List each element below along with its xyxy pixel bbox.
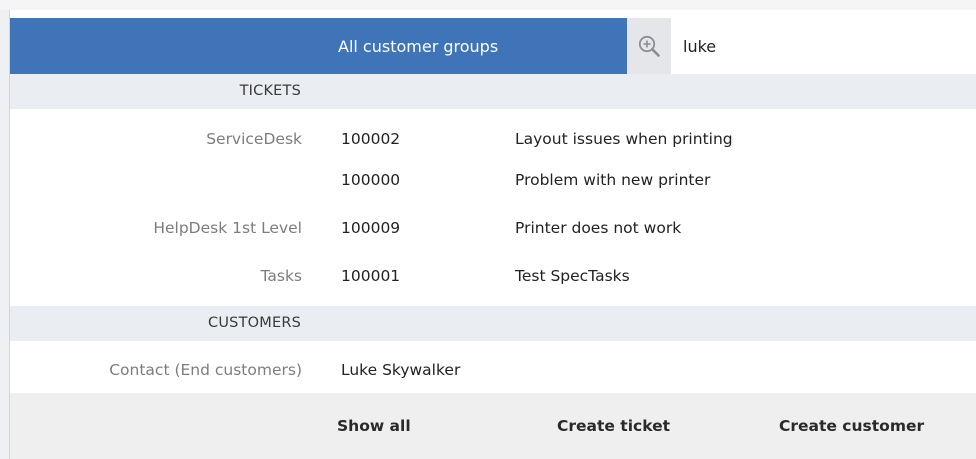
search-results-panel: All customer groups TICKETS ServiceDesk …	[9, 10, 976, 459]
ticket-category: Tasks	[260, 267, 302, 285]
ticket-row[interactable]: Tasks 100001 Test SpecTasks	[260, 258, 976, 298]
search-dropdown-page: All customer groups TICKETS ServiceDesk …	[0, 0, 976, 459]
ticket-category: HelpDesk 1st Level	[153, 219, 302, 237]
search-input[interactable]	[671, 18, 976, 74]
zoom-in-icon	[638, 35, 660, 57]
ticket-subject: Printer does not work	[515, 219, 682, 237]
create-ticket-button[interactable]: Create ticket	[557, 393, 670, 459]
customers-section-title: CUSTOMERS	[208, 315, 301, 331]
customer-group-selector[interactable]: All customer groups	[338, 18, 498, 74]
tickets-section-header: TICKETS	[10, 74, 976, 109]
ticket-number: 100001	[341, 267, 401, 285]
ticket-subject: Layout issues when printing	[515, 130, 733, 148]
customers-section-header: CUSTOMERS	[10, 306, 976, 341]
search-header: All customer groups	[10, 18, 976, 74]
ticket-number: 100009	[341, 219, 401, 237]
ticket-number: 100000	[341, 171, 401, 189]
tickets-section-title: TICKETS	[239, 83, 301, 99]
customer-name: Luke Skywalker	[341, 361, 461, 379]
create-customer-button[interactable]: Create customer	[779, 393, 924, 459]
ticket-subject: Test SpecTasks	[515, 267, 630, 285]
search-button[interactable]	[627, 18, 671, 74]
show-all-button[interactable]: Show all	[337, 393, 411, 459]
top-background	[0, 0, 976, 10]
ticket-subject: Problem with new printer	[515, 171, 711, 189]
ticket-row[interactable]: ServiceDesk 100002 Layout issues when pr…	[206, 121, 976, 161]
ticket-category: ServiceDesk	[206, 130, 302, 148]
ticket-number: 100002	[341, 130, 401, 148]
ticket-row[interactable]: 100000 Problem with new printer	[330, 162, 976, 202]
results-footer: Show all Create ticket Create customer	[10, 393, 976, 459]
customer-row[interactable]: Contact (End customers) Luke Skywalker	[109, 352, 976, 392]
ticket-row[interactable]: HelpDesk 1st Level 100009 Printer does n…	[153, 210, 976, 250]
customer-category: Contact (End customers)	[109, 361, 302, 379]
